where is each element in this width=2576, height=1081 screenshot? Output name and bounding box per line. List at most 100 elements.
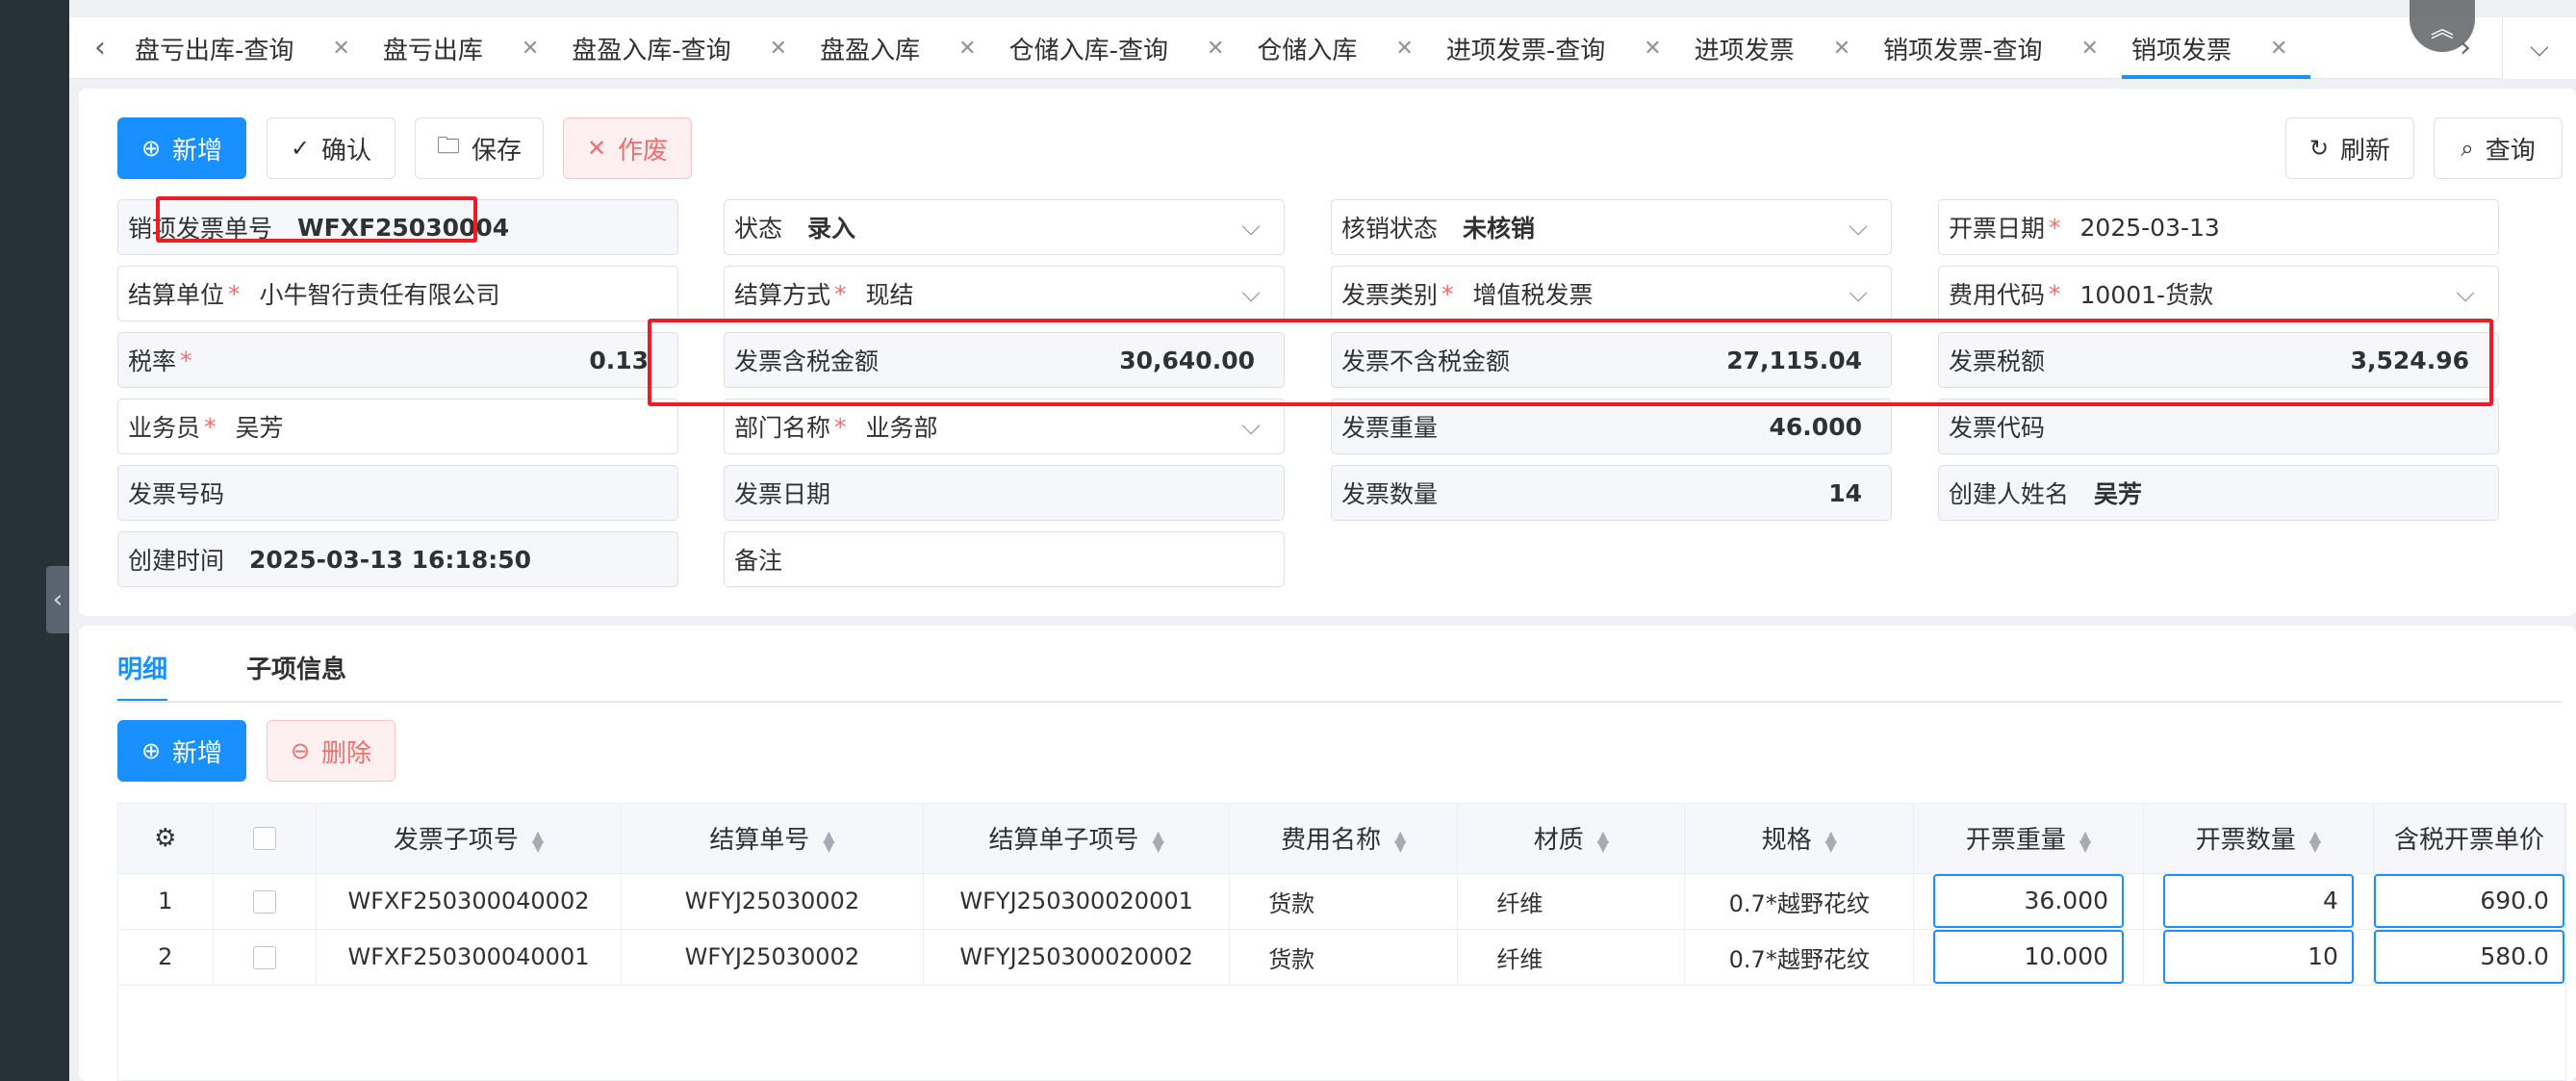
tab-close-icon[interactable]: ✕ bbox=[2081, 37, 2099, 61]
column-header-2[interactable]: 结算单号 ▲ ▼ bbox=[621, 804, 925, 874]
weight-input[interactable]: 10.000 bbox=[1933, 930, 2125, 984]
column-header-3[interactable]: 结算单子项号 ▲ ▼ bbox=[923, 804, 1231, 874]
column-header-1[interactable]: 发票子项号 ▲ ▼ bbox=[316, 804, 622, 874]
weight-input[interactable]: 36.000 bbox=[1933, 874, 2125, 928]
minus-circle-icon: ⊖ bbox=[290, 737, 311, 764]
refresh-button[interactable]: ↻ 刷新 bbox=[2285, 117, 2414, 179]
sort-icon[interactable]: ▲ ▼ bbox=[1825, 828, 1837, 853]
tab-close-icon[interactable]: ✕ bbox=[1207, 37, 1224, 61]
column-header-7[interactable]: 开票重量 ▲ ▼ bbox=[1913, 804, 2144, 874]
created-at-field[interactable]: 创建时间 2025-03-13 16:18:50 bbox=[117, 531, 678, 587]
creator-field[interactable]: 创建人姓名 吴芳 bbox=[1938, 465, 2499, 521]
settle-unit-field[interactable]: 结算单位 * 小牛智行责任有限公司 bbox=[117, 266, 678, 322]
sort-icon[interactable]: ▲ ▼ bbox=[1597, 828, 1609, 853]
amount-excl-tax-field[interactable]: 发票不含税金额 27,115.04 bbox=[1331, 332, 1892, 388]
tab-4[interactable]: 盘盈入库 ✕ bbox=[810, 17, 999, 79]
column-header-5[interactable]: 材质 ▲ ▼ bbox=[1457, 804, 1686, 874]
row-checkbox[interactable] bbox=[213, 929, 318, 986]
chevron-down-icon: ⌵ bbox=[1849, 212, 1868, 242]
chevron-down-icon: ⌵ bbox=[2456, 278, 2475, 308]
tab-close-icon[interactable]: ✕ bbox=[522, 37, 539, 61]
left-sidebar bbox=[0, 0, 69, 1081]
tab-2[interactable]: 盘亏出库 ✕ bbox=[373, 17, 562, 79]
sidebar-collapse-handle[interactable]: ‹ bbox=[46, 566, 69, 633]
tab-1[interactable]: 盘亏出库-查询 ✕ bbox=[125, 17, 373, 79]
tab-scroll-left-icon[interactable]: ‹ bbox=[94, 19, 106, 77]
tab-label: 盘亏出库-查询 bbox=[135, 36, 294, 65]
tax-amount-field[interactable]: 发票税额 3,524.96 bbox=[1938, 332, 2499, 388]
confirm-button[interactable]: ✓ 确认 bbox=[267, 117, 395, 179]
cell-settle_no: WFYJ25030002 bbox=[621, 873, 925, 930]
sort-icon[interactable]: ▲ ▼ bbox=[2309, 828, 2321, 853]
tab-9[interactable]: 销项发票-查询 ✕ bbox=[1874, 17, 2122, 79]
row-checkbox[interactable] bbox=[213, 873, 318, 930]
add-button[interactable]: ⊕ 新增 bbox=[117, 117, 246, 179]
table-row[interactable]: 2 WFXF250300040001 WFYJ25030002 WFYJ2503000… bbox=[118, 929, 2566, 986]
tab-7[interactable]: 进项发票-查询 ✕ bbox=[1437, 17, 1685, 79]
qty-input[interactable]: 10 bbox=[2162, 930, 2354, 984]
tab-3[interactable]: 盘盈入库-查询 ✕ bbox=[562, 17, 810, 79]
check-icon: ✓ bbox=[290, 135, 311, 162]
qty-input[interactable]: 4 bbox=[2162, 874, 2354, 928]
invoice-no-field[interactable]: 销项发票单号 WFXF25030004 bbox=[117, 199, 678, 255]
tax-rate-field[interactable]: 税率 * 0.13 bbox=[117, 332, 678, 388]
detail-add-button[interactable]: ⊕ 新增 bbox=[117, 720, 246, 782]
settle-method-select[interactable]: 结算方式 * 现结 ⌵ bbox=[724, 266, 1285, 322]
select-all-checkbox[interactable] bbox=[213, 804, 318, 874]
price-input[interactable]: 580.0 bbox=[2373, 930, 2564, 984]
tab-close-icon[interactable]: ✕ bbox=[958, 37, 976, 61]
cell-sub_no: WFXF250300040002 bbox=[316, 873, 622, 930]
sort-icon[interactable]: ▲ ▼ bbox=[532, 828, 544, 853]
sort-icon[interactable]: ▲ ▼ bbox=[2079, 828, 2091, 853]
salesman-field[interactable]: 业务员 * 吴芳 bbox=[117, 399, 678, 454]
tab-close-icon[interactable]: ✕ bbox=[1395, 37, 1413, 61]
price-input[interactable]: 690.0 bbox=[2373, 874, 2564, 928]
close-icon: ✕ bbox=[586, 135, 607, 162]
sort-icon[interactable]: ▲ ▼ bbox=[823, 828, 834, 853]
sort-icon[interactable]: ▲ ▼ bbox=[1394, 828, 1406, 853]
tab-close-icon[interactable]: ✕ bbox=[2270, 37, 2287, 61]
tab-menu-chevron-down-icon[interactable]: ⌵ bbox=[2502, 17, 2576, 79]
remark-field[interactable]: 备注 bbox=[724, 531, 1285, 587]
status-select[interactable]: 状态 录入 ⌵ bbox=[724, 199, 1285, 255]
tab-8[interactable]: 进项发票 ✕ bbox=[1685, 17, 1874, 79]
invoice-type-select[interactable]: 发票类别 * 增值税发票 ⌵ bbox=[1331, 266, 1892, 322]
void-button[interactable]: ✕ 作废 bbox=[563, 117, 692, 179]
fee-code-select[interactable]: 费用代码 * 10001-货款 ⌵ bbox=[1938, 266, 2499, 322]
column-header-9[interactable]: 含税开票单价 bbox=[2373, 804, 2566, 874]
invoice-no-value: WFXF25030004 bbox=[297, 213, 510, 242]
amount-incl-tax-field[interactable]: 发票含税金额 30,640.00 bbox=[724, 332, 1285, 388]
column-header-6[interactable]: 规格 ▲ ▼ bbox=[1684, 804, 1915, 874]
tab-label: 进项发票-查询 bbox=[1445, 36, 1606, 65]
invoice-number-field[interactable]: 发票号码 bbox=[117, 465, 678, 521]
tab-5[interactable]: 仓储入库-查询 ✕ bbox=[1000, 17, 1248, 79]
column-header-4[interactable]: 费用名称 ▲ ▼ bbox=[1229, 804, 1459, 874]
save-button[interactable]: 🗀 保存 bbox=[415, 117, 544, 179]
tab-close-icon[interactable]: ✕ bbox=[1833, 37, 1850, 61]
invoice-quantity-field[interactable]: 发票数量 14 bbox=[1331, 465, 1892, 521]
verify-status-select[interactable]: 核销状态 未核销 ⌵ bbox=[1331, 199, 1892, 255]
tab-6[interactable]: 仓储入库 ✕ bbox=[1247, 17, 1436, 79]
column-header-8[interactable]: 开票数量 ▲ ▼ bbox=[2143, 804, 2374, 874]
column-settings-gear-icon[interactable]: ⚙ bbox=[118, 804, 214, 874]
department-select[interactable]: 部门名称 * 业务部 ⌵ bbox=[724, 399, 1285, 454]
table-row[interactable]: 1 WFXF250300040002 WFYJ25030002 WFYJ2503000… bbox=[118, 873, 2566, 930]
cell-spec: 0.7*越野花纹 bbox=[1684, 873, 1915, 930]
tab-10[interactable]: 销项发票 ✕ bbox=[2121, 17, 2311, 79]
query-button[interactable]: ⌕ 查询 bbox=[2434, 117, 2563, 179]
tab-close-icon[interactable]: ✕ bbox=[770, 37, 787, 61]
issue-date-field[interactable]: 开票日期 * 2025-03-13 bbox=[1938, 199, 2499, 255]
sort-icon[interactable]: ▲ ▼ bbox=[1152, 828, 1163, 853]
detail-delete-button[interactable]: ⊖ 删除 bbox=[267, 720, 395, 782]
tab-close-icon[interactable]: ✕ bbox=[332, 37, 349, 61]
invoice-code-field[interactable]: 发票代码 bbox=[1938, 399, 2499, 454]
refresh-icon: ↻ bbox=[2308, 135, 2330, 162]
invoice-weight-field[interactable]: 发票重量 46.000 bbox=[1331, 399, 1892, 454]
chevron-left-icon: ‹ bbox=[52, 585, 64, 614]
invoice-date-field[interactable]: 发票日期 bbox=[724, 465, 1285, 521]
subtab-2[interactable]: 子项信息 bbox=[246, 641, 346, 699]
cell-fee_name: 货款 bbox=[1229, 873, 1459, 930]
chevron-down-icon: ⌵ bbox=[1241, 411, 1261, 441]
tab-close-icon[interactable]: ✕ bbox=[1644, 37, 1661, 61]
subtab-1[interactable]: 明细 bbox=[117, 641, 168, 703]
